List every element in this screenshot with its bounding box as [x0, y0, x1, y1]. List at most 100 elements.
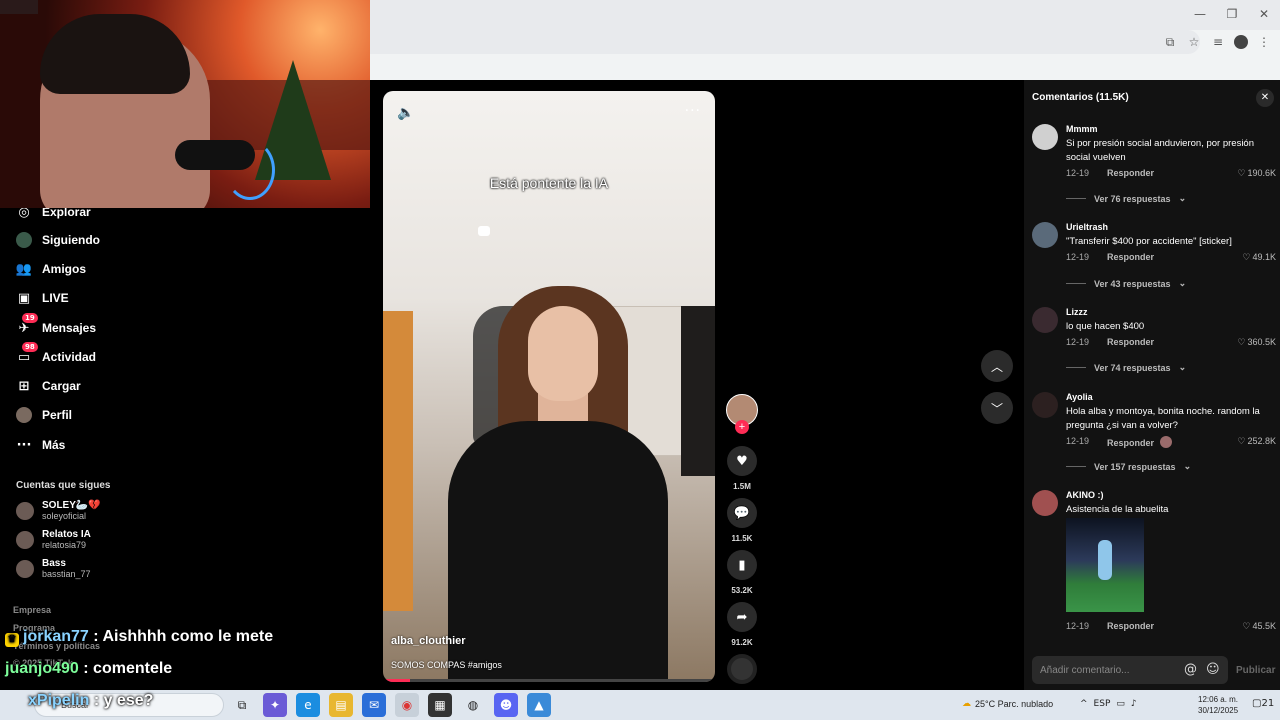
- media-controls-icon[interactable]: ≡: [1210, 34, 1226, 50]
- avatar[interactable]: [1032, 124, 1058, 150]
- chat-message: juanjo490 : comentele: [5, 660, 172, 678]
- comments-panel: Comentarios (11.5K) ✕ Mmmm Si por presió…: [1024, 80, 1280, 690]
- close-window-icon[interactable]: ✕: [1248, 0, 1280, 28]
- comment-username[interactable]: Lizzz: [1066, 307, 1088, 317]
- avatar[interactable]: [1032, 490, 1058, 516]
- share-button[interactable]: ➦: [727, 602, 757, 632]
- comment-item: Lizzz lo que hacen $400 12-19 Responder …: [1032, 307, 1280, 377]
- sidebar-item-live[interactable]: ▣ LIVE: [16, 290, 69, 306]
- comment-input[interactable]: [1032, 656, 1182, 684]
- install-app-icon[interactable]: ⧉: [1162, 34, 1178, 50]
- view-replies-button[interactable]: Ver 74 respuestas ⌄: [1066, 362, 1186, 373]
- streamer-hair: [40, 14, 190, 94]
- browser-titlebar: — ❐ ✕: [370, 0, 1280, 30]
- language-indicator[interactable]: ESP: [1094, 699, 1111, 709]
- sidebar-item-label: Amigos: [42, 262, 87, 276]
- sidebar-item-mas[interactable]: ··· Más: [16, 437, 66, 453]
- profile-avatar-icon[interactable]: [1234, 35, 1248, 49]
- photos-icon[interactable]: ▲: [527, 693, 551, 717]
- comment-input-box: @ ☺: [1032, 656, 1228, 684]
- chevron-up-icon[interactable]: ^: [1080, 699, 1088, 709]
- video-scene: [478, 226, 490, 236]
- browser-menu-icon[interactable]: ⋮: [1256, 34, 1272, 50]
- heart-icon: ♡: [1242, 622, 1251, 632]
- reply-button[interactable]: Responder: [1107, 436, 1173, 448]
- notifications-icon[interactable]: ▢21: [1252, 698, 1274, 709]
- clock[interactable]: 12:06 a. m. 30/12/2025: [1198, 694, 1238, 716]
- publish-button[interactable]: Publicar: [1236, 665, 1275, 676]
- sidebar-item-actividad[interactable]: ▭ 98 Actividad: [16, 342, 96, 365]
- minimize-icon[interactable]: —: [1184, 0, 1216, 28]
- comment-meta: 12-19 Responder: [1066, 621, 1154, 631]
- save-button[interactable]: ▮: [727, 550, 757, 580]
- music-disc-icon[interactable]: [727, 654, 757, 684]
- comment-like[interactable]: ♡ 252.8K: [1237, 436, 1276, 447]
- like-button[interactable]: ♥: [727, 446, 757, 476]
- view-replies-button[interactable]: Ver 157 respuestas ⌄: [1066, 461, 1191, 472]
- notification-count: 21: [1261, 698, 1275, 709]
- following-account[interactable]: Relatos IA relatosia79: [16, 529, 91, 551]
- volume-icon[interactable]: ♪: [1131, 699, 1137, 709]
- following-account[interactable]: SOLEY🦢💔 soleyoficial: [16, 500, 101, 522]
- bookmark-star-icon[interactable]: ☆: [1186, 34, 1202, 50]
- comment-username[interactable]: Urieltrash: [1066, 222, 1108, 232]
- reply-button[interactable]: Responder: [1107, 621, 1154, 631]
- sidebar-item-perfil[interactable]: Perfil: [16, 407, 72, 423]
- sidebar-item-mensajes[interactable]: ✈ 19 Mensajes: [16, 313, 96, 336]
- comment-username[interactable]: AKINO :): [1066, 490, 1104, 500]
- address-bar[interactable]: [370, 30, 1200, 54]
- next-video-button[interactable]: ﹀: [981, 392, 1013, 424]
- mention-icon[interactable]: @: [1184, 662, 1197, 677]
- crown-icon: ♛: [5, 633, 19, 647]
- comment-like[interactable]: ♡ 360.5K: [1237, 337, 1276, 348]
- comment-button[interactable]: 💬: [727, 498, 757, 528]
- edge-icon[interactable]: e: [296, 693, 320, 717]
- comment-username[interactable]: Mmmm: [1066, 124, 1098, 134]
- view-replies-button[interactable]: Ver 76 respuestas ⌄: [1066, 193, 1186, 204]
- previous-video-button[interactable]: ︿: [981, 350, 1013, 382]
- chrome-icon[interactable]: ◉: [395, 693, 419, 717]
- discord-icon[interactable]: ☻: [494, 693, 518, 717]
- store-icon[interactable]: ▦: [428, 693, 452, 717]
- reply-button[interactable]: Responder: [1107, 252, 1154, 262]
- chat-text: : Aishhhh como le mete: [93, 628, 274, 645]
- restore-icon[interactable]: ❐: [1216, 0, 1248, 28]
- weather-text: 25°C Parc. nublado: [975, 699, 1054, 709]
- sidebar-item-siguiendo[interactable]: Siguiendo: [16, 232, 100, 248]
- video-author[interactable]: alba_clouthier: [391, 635, 466, 647]
- copilot-icon[interactable]: ✦: [263, 693, 287, 717]
- comment-like[interactable]: ♡ 190.6K: [1237, 168, 1276, 179]
- reply-button[interactable]: Responder: [1107, 337, 1154, 347]
- comment-date: 12-19: [1066, 337, 1090, 347]
- close-comments-button[interactable]: ✕: [1256, 89, 1274, 107]
- like-count: 1.5M: [733, 482, 751, 491]
- comment-image[interactable]: [1066, 518, 1144, 612]
- weather-widget[interactable]: ☁ 25°C Parc. nublado: [962, 699, 1053, 709]
- sidebar-item-cargar[interactable]: ⊞ Cargar: [16, 378, 81, 394]
- avatar[interactable]: [1032, 392, 1058, 418]
- comment-like[interactable]: ♡ 49.1K: [1242, 252, 1276, 263]
- file-explorer-icon[interactable]: ▤: [329, 693, 353, 717]
- view-replies-button[interactable]: Ver 43 respuestas ⌄: [1066, 278, 1186, 289]
- comment-date: 12-19: [1066, 252, 1090, 262]
- volume-icon[interactable]: 🔈: [397, 105, 414, 121]
- comment-username[interactable]: Ayolia: [1066, 392, 1093, 402]
- sidebar-item-amigos[interactable]: 👥 Amigos: [16, 261, 86, 277]
- video-progress-bar[interactable]: [383, 679, 715, 682]
- comment-like[interactable]: ♡ 45.5K: [1242, 621, 1276, 632]
- video-player[interactable]: Está pontente la IA 🔈 ··· alba_clouthier…: [383, 91, 715, 682]
- chevron-down-icon: ⌄: [1178, 362, 1187, 372]
- obs-icon[interactable]: ◍: [461, 693, 485, 717]
- task-view-icon[interactable]: ⧉: [230, 693, 254, 717]
- more-options-icon[interactable]: ···: [685, 103, 701, 119]
- comment-meta: 12-19 Responder: [1066, 252, 1154, 262]
- following-account[interactable]: Bass basstian_77: [16, 558, 91, 580]
- reply-button[interactable]: Responder: [1107, 168, 1154, 178]
- emoji-icon[interactable]: ☺: [1206, 662, 1220, 677]
- avatar[interactable]: [1032, 307, 1058, 333]
- mail-icon[interactable]: ✉: [362, 693, 386, 717]
- avatar[interactable]: [1032, 222, 1058, 248]
- network-icon[interactable]: ▭: [1116, 699, 1125, 709]
- footer-link-company[interactable]: Empresa: [13, 605, 51, 615]
- follow-plus-icon[interactable]: +: [735, 420, 749, 434]
